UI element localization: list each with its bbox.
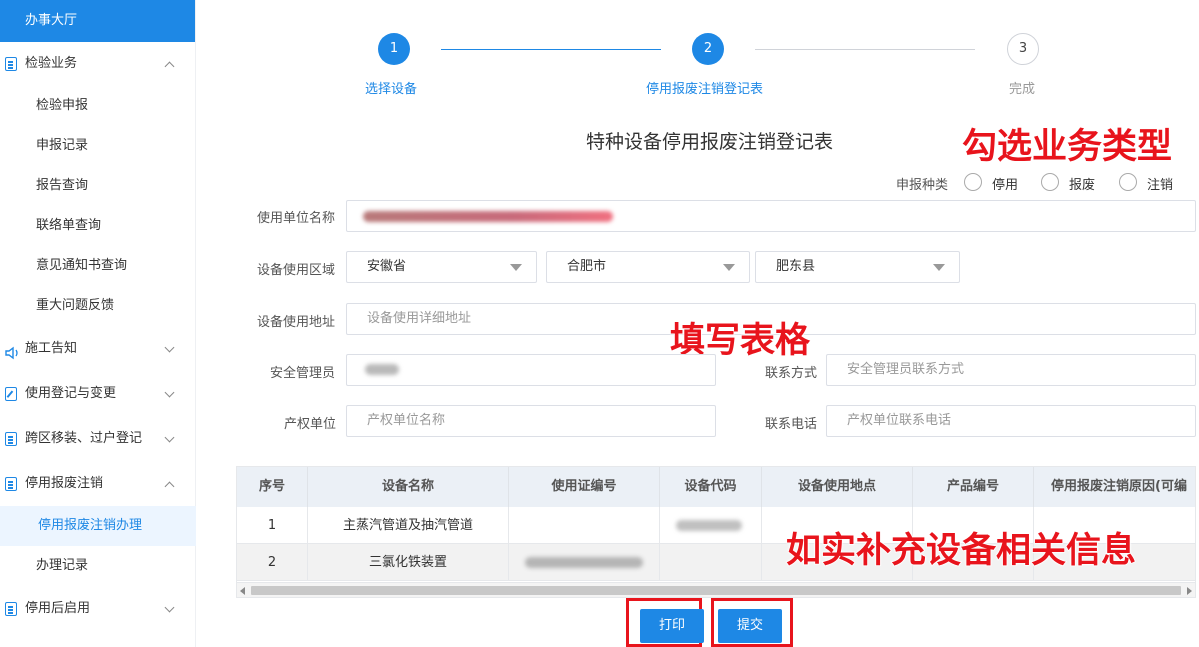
area-label: 设备使用区域 bbox=[257, 263, 336, 278]
dropdown-arrow-icon bbox=[510, 264, 522, 271]
cell-index: 2 bbox=[237, 544, 308, 581]
document-icon bbox=[5, 432, 17, 446]
annotation-select-type: 勾选业务类型 bbox=[961, 126, 1173, 168]
unit-name-label: 使用单位名称 bbox=[257, 211, 336, 226]
cell-index: 1 bbox=[237, 507, 308, 544]
cell-code[interactable] bbox=[660, 507, 762, 544]
redacted-unit-name bbox=[363, 211, 613, 222]
owner-unit-input[interactable]: 产权单位名称 bbox=[346, 405, 716, 437]
step-1-circle: 1 bbox=[378, 33, 410, 65]
step-2-circle: 2 bbox=[692, 33, 724, 65]
cell-code[interactable] bbox=[660, 544, 762, 581]
radio-cancel-label[interactable]: 注销 bbox=[1147, 174, 1173, 193]
chevron-down-icon bbox=[164, 387, 175, 398]
sidebar-hall-header[interactable]: 办事大厅 bbox=[0, 0, 195, 42]
form-title: 特种设备停用报废注销登记表 bbox=[586, 131, 834, 153]
speaker-icon bbox=[5, 342, 19, 360]
annotation-supplement-info: 如实补充设备相关信息 bbox=[785, 530, 1137, 572]
document-icon bbox=[5, 57, 17, 71]
safety-manager-input[interactable] bbox=[346, 354, 716, 386]
dropdown-arrow-icon bbox=[933, 264, 945, 271]
sidebar-group-registration[interactable]: 使用登记与变更 bbox=[0, 379, 196, 409]
step-1-label: 选择设备 bbox=[365, 82, 418, 97]
sidebar: 办事大厅 检验业务 检验申报 申报记录 报告查询 联络单查询 意见通知书查询 重… bbox=[0, 0, 196, 647]
step-connector-2 bbox=[755, 49, 975, 50]
scrollbar-thumb[interactable] bbox=[251, 586, 1181, 595]
submit-button[interactable]: 提交 bbox=[718, 609, 782, 643]
unit-name-input[interactable] bbox=[346, 200, 1196, 232]
chevron-down-icon bbox=[164, 602, 175, 613]
col-header-code: 设备代码 bbox=[660, 467, 762, 507]
sidebar-item-notice-query[interactable]: 意见通知书查询 bbox=[0, 246, 196, 286]
owner-phone-input[interactable]: 产权单位联系电话 bbox=[826, 405, 1196, 437]
cell-cert-no[interactable] bbox=[509, 544, 660, 581]
chevron-down-icon bbox=[164, 432, 175, 443]
owner-phone-label: 联系电话 bbox=[765, 417, 818, 432]
col-header-location: 设备使用地点 bbox=[762, 467, 913, 507]
chevron-up-icon bbox=[164, 481, 175, 492]
chevron-down-icon bbox=[164, 342, 175, 353]
step-2-label: 停用报废注销登记表 bbox=[646, 82, 764, 97]
sidebar-group-deactivation[interactable]: 停用报废注销 bbox=[0, 469, 196, 499]
owner-unit-label: 产权单位 bbox=[284, 417, 337, 432]
county-select[interactable]: 肥东县 bbox=[755, 251, 960, 283]
step-3-circle: 3 bbox=[1007, 33, 1039, 65]
dropdown-arrow-icon bbox=[723, 264, 735, 271]
chevron-up-icon bbox=[164, 61, 175, 72]
contact-label: 联系方式 bbox=[765, 366, 818, 381]
contact-input[interactable]: 安全管理员联系方式 bbox=[826, 354, 1196, 386]
col-header-product-no: 产品编号 bbox=[913, 467, 1034, 507]
cell-name: 主蒸汽管道及抽汽管道 bbox=[308, 507, 509, 544]
radio-deactivate-label[interactable]: 停用 bbox=[992, 174, 1018, 193]
city-select[interactable]: 合肥市 bbox=[546, 251, 750, 283]
document-icon bbox=[5, 477, 17, 491]
print-button[interactable]: 打印 bbox=[640, 609, 704, 643]
sidebar-item-deactivation-process[interactable]: 停用报废注销办理 bbox=[0, 506, 196, 546]
col-header-index: 序号 bbox=[237, 467, 308, 507]
col-header-name: 设备名称 bbox=[308, 467, 509, 507]
redacted-cert-no bbox=[525, 557, 643, 568]
radio-cancel[interactable] bbox=[1119, 173, 1137, 191]
sidebar-item-apply-records[interactable]: 申报记录 bbox=[0, 126, 196, 166]
province-select[interactable]: 安徽省 bbox=[346, 251, 537, 283]
sidebar-item-issue-feedback[interactable]: 重大问题反馈 bbox=[0, 286, 196, 326]
col-header-cert-no: 使用证编号 bbox=[509, 467, 660, 507]
radio-deactivate[interactable] bbox=[964, 173, 982, 191]
sidebar-item-report-query[interactable]: 报告查询 bbox=[0, 166, 196, 206]
redacted-code bbox=[676, 520, 742, 531]
document-icon bbox=[5, 602, 17, 616]
radio-scrap[interactable] bbox=[1041, 173, 1059, 191]
redacted-manager-name bbox=[365, 364, 399, 375]
step-3-label: 完成 bbox=[1009, 82, 1036, 97]
sidebar-item-process-records[interactable]: 办理记录 bbox=[0, 546, 196, 586]
sidebar-group-inspection[interactable]: 检验业务 bbox=[0, 49, 196, 79]
scroll-left-icon[interactable] bbox=[240, 587, 245, 595]
sidebar-group-reactivation[interactable]: 停用后启用 bbox=[0, 594, 196, 624]
sidebar-item-inspection-apply[interactable]: 检验申报 bbox=[0, 86, 196, 126]
address-label: 设备使用地址 bbox=[257, 315, 336, 330]
scroll-right-icon[interactable] bbox=[1187, 587, 1192, 595]
col-header-reason: 停用报废注销原因(可编 bbox=[1034, 467, 1195, 507]
sidebar-item-contact-query[interactable]: 联络单查询 bbox=[0, 206, 196, 246]
sidebar-group-construction[interactable]: 施工告知 bbox=[0, 334, 196, 364]
step-connector-1 bbox=[441, 49, 661, 50]
apply-type-label: 申报种类 bbox=[896, 178, 949, 193]
radio-scrap-label[interactable]: 报废 bbox=[1069, 174, 1095, 193]
edit-icon bbox=[5, 387, 17, 401]
table-horizontal-scrollbar[interactable] bbox=[237, 582, 1195, 597]
safety-manager-label: 安全管理员 bbox=[270, 366, 336, 381]
sidebar-group-transfer[interactable]: 跨区移装、过户登记 bbox=[0, 424, 196, 454]
cell-cert-no[interactable] bbox=[509, 507, 660, 544]
cell-name: 三氯化铁装置 bbox=[308, 544, 509, 581]
